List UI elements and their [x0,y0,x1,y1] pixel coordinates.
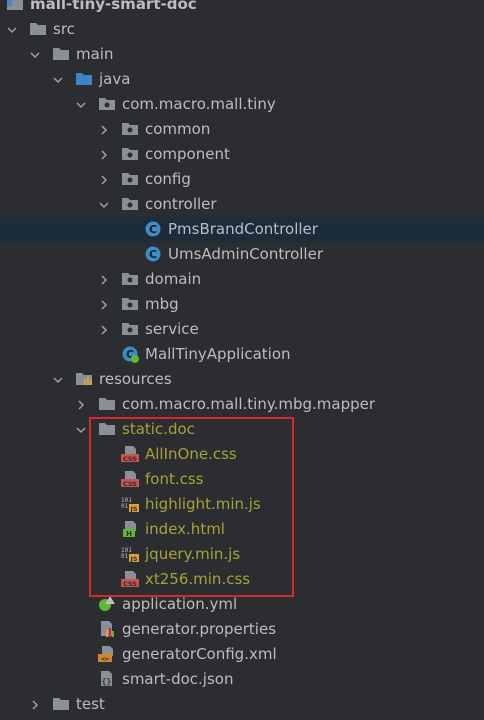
xml-file-icon: <> [98,645,116,663]
tree-item-label: test [76,695,105,713]
tree-item-label: mall-tiny-smart-doc [30,0,197,13]
package-icon [121,295,139,313]
tree-item[interactable]: common [0,117,484,142]
tree-item-label: smart-doc.json [122,670,234,688]
tree-item[interactable]: config [0,167,484,192]
tree-item[interactable]: src [0,17,484,42]
tree-item-label: src [53,20,75,38]
package-icon [98,95,116,113]
tree-item-label: MallTinyApplication [145,345,291,363]
tree-item[interactable]: mall-tiny-smart-doc [0,0,484,17]
resources-folder-icon [75,370,93,388]
properties-file-icon [98,620,116,638]
chevron-right-icon[interactable] [99,125,109,135]
tree-item-label: service [145,320,199,338]
chevron-right-icon[interactable] [99,275,109,285]
source-folder-icon [75,70,93,88]
package-icon [121,270,139,288]
tree-item[interactable]: main [0,42,484,67]
tree-item-label: com.macro.mall.tiny.mbg.mapper [122,395,376,413]
tree-item-label: generator.properties [122,620,277,638]
tree-item[interactable]: test [0,692,484,717]
chevron-right-icon[interactable] [76,400,86,410]
tree-item-label: main [76,45,114,63]
package-icon [121,145,139,163]
tree-item-label: config [145,170,191,188]
java-class-icon: C [144,220,162,238]
tree-item-label: common [145,120,211,138]
tree-item[interactable]: controller [0,192,484,217]
tree-item-label: application.yml [122,595,238,613]
folder-icon [52,45,70,63]
svg-text:C: C [149,223,157,236]
svg-text:{}: {} [102,677,112,686]
folder-icon [29,20,47,38]
tree-item[interactable]: java [0,67,484,92]
yaml-file-icon [98,595,116,613]
tree-item-label: generatorConfig.xml [122,645,277,663]
tree-item-label: java [99,70,131,88]
folder-icon [52,695,70,713]
java-class-icon: C [144,245,162,263]
tree-item-label: mbg [145,295,179,313]
svg-text:<>: <> [101,655,109,663]
chevron-right-icon[interactable] [99,150,109,160]
tree-item[interactable]: com.macro.mall.tiny.mbg.mapper [0,392,484,417]
package-icon [121,120,139,138]
chevron-down-icon[interactable] [30,50,40,60]
tree-item[interactable]: domain [0,267,484,292]
tree-item[interactable]: generator.properties [0,617,484,642]
chevron-right-icon[interactable] [99,175,109,185]
tree-item-label: domain [145,270,202,288]
chevron-down-icon[interactable] [76,425,86,435]
tree-item[interactable]: C MallTinyApplication [0,342,484,367]
highlight-box [89,417,294,597]
chevron-down-icon[interactable] [99,200,109,210]
tree-item-label: PmsBrandController [168,220,318,238]
svg-text:C: C [149,248,157,261]
chevron-right-icon[interactable] [99,300,109,310]
tree-item[interactable]: {} smart-doc.json [0,667,484,692]
package-icon [121,195,139,213]
tree-item[interactable]: mbg [0,292,484,317]
tree-item[interactable]: service [0,317,484,342]
package-icon [121,170,139,188]
tree-item[interactable]: component [0,142,484,167]
project-tree: mall-tiny-smart-doc src main java com.macro.… [0,0,484,720]
chevron-down-icon[interactable] [76,100,86,110]
package-icon [121,320,139,338]
json-file-icon: {} [98,670,116,688]
tree-item[interactable]: <> generatorConfig.xml [0,642,484,667]
chevron-right-icon[interactable] [30,700,40,710]
tree-item-label: component [145,145,230,163]
tree-item-label: com.macro.mall.tiny [122,95,276,113]
chevron-down-icon[interactable] [53,75,63,85]
tree-item[interactable]: resources [0,367,484,392]
tree-item[interactable]: C UmsAdminController [0,242,484,267]
module-folder-icon [6,0,24,13]
tree-item[interactable]: com.macro.mall.tiny [0,92,484,117]
tree-item-label: controller [145,195,217,213]
spring-boot-class-icon: C [121,345,139,363]
chevron-right-icon[interactable] [99,325,109,335]
tree-item-label: UmsAdminController [168,245,323,263]
tree-item-label: resources [99,370,172,388]
chevron-down-icon[interactable] [53,375,63,385]
folder-icon [98,395,116,413]
tree-item[interactable]: C PmsBrandController [0,217,484,242]
chevron-down-icon[interactable] [7,25,17,35]
